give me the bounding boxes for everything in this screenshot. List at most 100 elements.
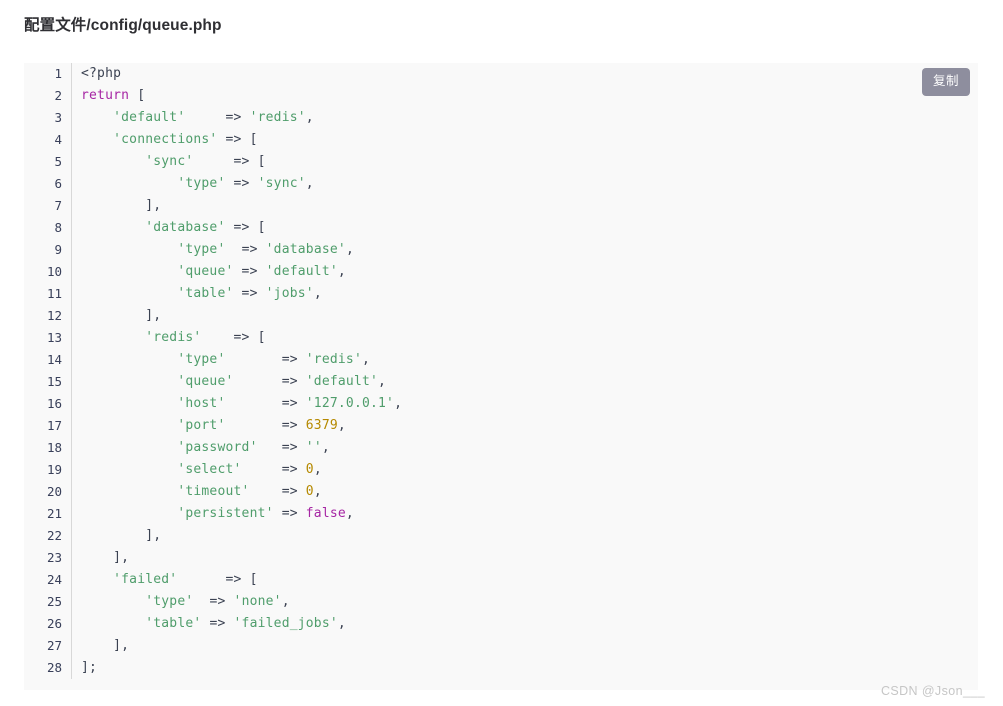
code-token: => <box>242 264 258 279</box>
code-token: 'type' <box>177 242 225 257</box>
code-token: => <box>282 484 298 499</box>
line-content[interactable]: 'redis' => [ <box>72 327 979 349</box>
code-token: => <box>209 594 225 609</box>
code-token: => <box>234 154 250 169</box>
code-token <box>298 374 306 389</box>
code-token <box>81 440 177 455</box>
code-token: ] <box>81 660 89 675</box>
code-token: 'failed_jobs' <box>234 616 338 631</box>
line-number: 28 <box>24 657 72 679</box>
code-lines-table: 1<?php2return [3 'default' => 'redis',4 … <box>24 63 978 679</box>
code-token: , <box>121 638 129 653</box>
code-line: 21 'persistent' => false, <box>24 503 978 525</box>
code-token <box>81 330 145 345</box>
code-line: 23 ], <box>24 547 978 569</box>
code-token <box>81 418 177 433</box>
code-token: 'default' <box>113 110 185 125</box>
code-line: 27 ], <box>24 635 978 657</box>
code-token <box>81 616 145 631</box>
code-token <box>242 462 282 477</box>
code-token: [ <box>137 88 145 103</box>
code-token <box>81 462 177 477</box>
line-content[interactable]: 'type' => 'redis', <box>72 349 979 371</box>
code-token <box>242 110 250 125</box>
code-line: 1<?php <box>24 63 978 85</box>
line-content[interactable]: 'table' => 'jobs', <box>72 283 979 305</box>
code-token <box>81 352 177 367</box>
code-token: 0 <box>306 462 314 477</box>
code-token <box>250 220 258 235</box>
code-scroll-area[interactable]: 1<?php2return [3 'default' => 'redis',4 … <box>24 63 978 690</box>
code-lines-body: 1<?php2return [3 'default' => 'redis',4 … <box>24 63 978 679</box>
line-content[interactable]: 'persistent' => false, <box>72 503 979 525</box>
code-token: => <box>209 616 225 631</box>
code-token: => <box>242 286 258 301</box>
line-content[interactable]: 'type' => 'database', <box>72 239 979 261</box>
code-token: => <box>282 396 298 411</box>
line-content[interactable]: 'connections' => [ <box>72 129 979 151</box>
code-token <box>226 176 234 191</box>
code-token <box>258 264 266 279</box>
code-token: , <box>346 506 354 521</box>
code-token <box>193 154 233 169</box>
code-token <box>81 528 145 543</box>
code-token: ; <box>89 660 97 675</box>
code-token <box>234 374 282 389</box>
code-token: => <box>226 572 242 587</box>
line-number: 19 <box>24 459 72 481</box>
line-content[interactable]: return [ <box>72 85 979 107</box>
code-token: 'jobs' <box>266 286 314 301</box>
code-line: 6 'type' => 'sync', <box>24 173 978 195</box>
code-token: 'table' <box>177 286 233 301</box>
code-token: [ <box>258 154 266 169</box>
code-token <box>258 286 266 301</box>
line-content[interactable]: ], <box>72 547 979 569</box>
line-content[interactable]: 'type' => 'sync', <box>72 173 979 195</box>
line-content[interactable]: 'type' => 'none', <box>72 591 979 613</box>
line-content[interactable]: ], <box>72 525 979 547</box>
code-token: , <box>121 550 129 565</box>
code-token: 0 <box>306 484 314 499</box>
code-line: 25 'type' => 'none', <box>24 591 978 613</box>
code-token: 'host' <box>177 396 225 411</box>
code-token <box>242 572 250 587</box>
line-content[interactable]: 'default' => 'redis', <box>72 107 979 129</box>
code-token: , <box>378 374 386 389</box>
code-token: , <box>306 176 314 191</box>
line-content[interactable]: 'queue' => 'default', <box>72 371 979 393</box>
code-token: '127.0.0.1' <box>306 396 394 411</box>
code-token <box>298 418 306 433</box>
code-token <box>298 484 306 499</box>
code-token: 'select' <box>177 462 241 477</box>
line-content[interactable]: 'failed' => [ <box>72 569 979 591</box>
line-content[interactable]: 'database' => [ <box>72 217 979 239</box>
code-token: , <box>338 264 346 279</box>
line-content[interactable]: 'select' => 0, <box>72 459 979 481</box>
copy-code-button[interactable]: 复制 <box>922 68 970 96</box>
line-content[interactable]: 'queue' => 'default', <box>72 261 979 283</box>
line-content[interactable]: 'table' => 'failed_jobs', <box>72 613 979 635</box>
code-token <box>81 198 145 213</box>
line-content[interactable]: 'sync' => [ <box>72 151 979 173</box>
code-token: ] <box>113 638 121 653</box>
code-token: , <box>282 594 290 609</box>
line-content[interactable]: 'host' => '127.0.0.1', <box>72 393 979 415</box>
code-token: => <box>282 440 298 455</box>
line-number: 11 <box>24 283 72 305</box>
line-content[interactable]: 'password' => '', <box>72 437 979 459</box>
line-content[interactable]: ], <box>72 635 979 657</box>
line-content[interactable]: <?php <box>72 63 979 85</box>
line-content[interactable]: ]; <box>72 657 979 679</box>
page-title: 配置文件/config/queue.php <box>24 16 222 36</box>
line-content[interactable]: 'timeout' => 0, <box>72 481 979 503</box>
code-token: 'type' <box>177 352 225 367</box>
code-token: [ <box>258 330 266 345</box>
line-number: 7 <box>24 195 72 217</box>
line-content[interactable]: ], <box>72 195 979 217</box>
line-content[interactable]: ], <box>72 305 979 327</box>
code-token <box>81 594 145 609</box>
line-content[interactable]: 'port' => 6379, <box>72 415 979 437</box>
code-token: 'type' <box>145 594 193 609</box>
code-token: 'sync' <box>145 154 193 169</box>
code-line: 13 'redis' => [ <box>24 327 978 349</box>
